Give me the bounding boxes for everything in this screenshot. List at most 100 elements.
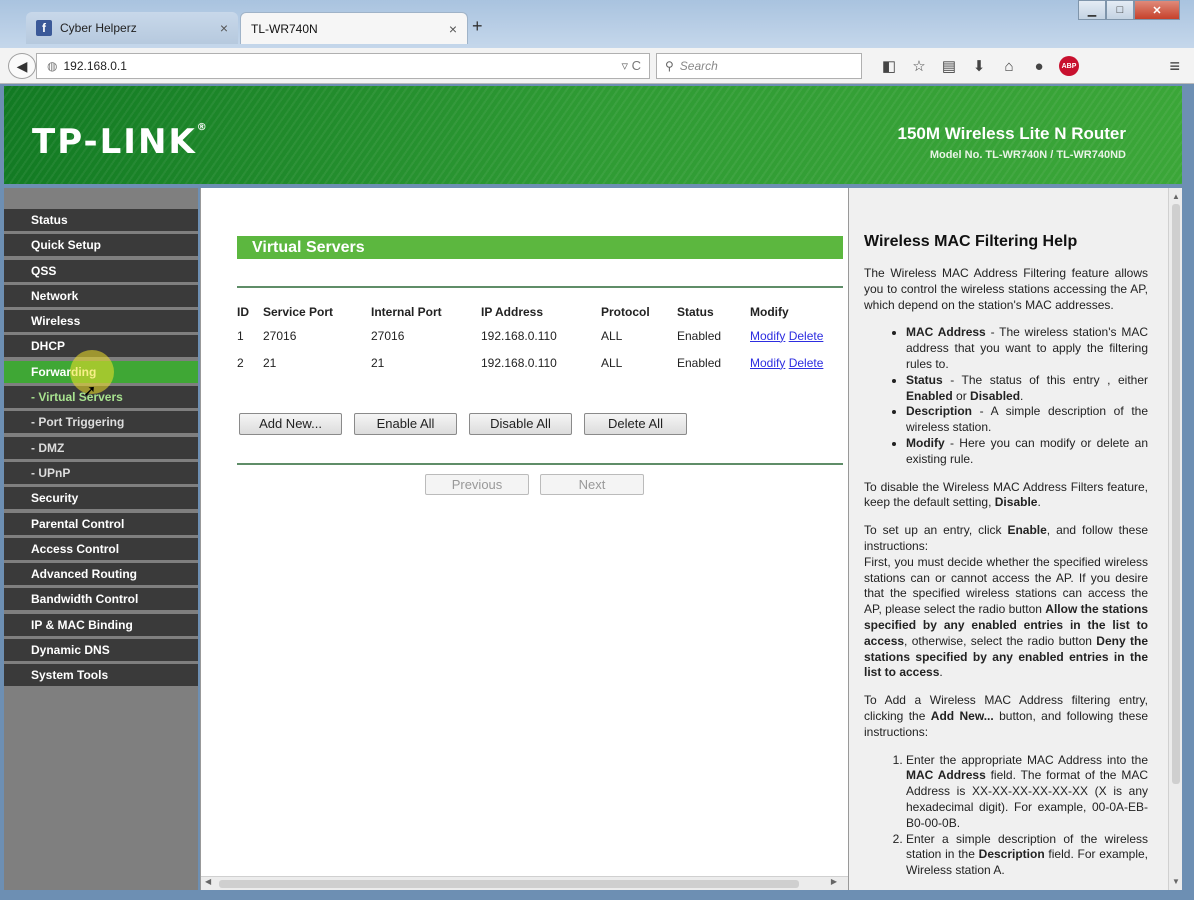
next-button[interactable]: Next xyxy=(540,474,644,495)
previous-button[interactable]: Previous xyxy=(425,474,529,495)
mouse-pointer-icon: ➚ xyxy=(83,383,97,400)
address-bar[interactable]: ◍ 192.168.0.1 ▿ C xyxy=(36,53,650,79)
delete-link[interactable]: Delete xyxy=(789,329,824,343)
minimize-icon[interactable]: ▁ xyxy=(1078,0,1106,20)
menu-item-network[interactable]: Network xyxy=(4,284,198,307)
scroll-right-icon[interactable]: ▶ xyxy=(831,877,837,886)
home-icon[interactable]: ⌂ xyxy=(994,54,1024,78)
browser-titlebar: f Cyber Helperz × TL-WR740N × + ▁ □ ✕ xyxy=(0,0,1194,48)
cell-internal-port: 21 xyxy=(371,355,385,370)
maximize-icon[interactable]: □ xyxy=(1106,0,1134,20)
menu-item-advanced-routing[interactable]: Advanced Routing xyxy=(4,563,198,586)
scrollbar-thumb[interactable] xyxy=(1172,204,1180,784)
extension-icon[interactable]: ◧ xyxy=(874,54,904,78)
reading-list-icon[interactable]: ▤ xyxy=(934,54,964,78)
list-item: Enter a simple description of the wirele… xyxy=(906,832,1148,879)
list-item: Enter the appropriate MAC Address into t… xyxy=(906,753,1148,832)
help-add-paragraph: To Add a Wireless MAC Address filtering … xyxy=(864,693,1148,739)
menu-item-dynamic-dns[interactable]: Dynamic DNS xyxy=(4,639,198,662)
add-new-button[interactable]: Add New... xyxy=(239,413,342,435)
delete-all-button[interactable]: Delete All xyxy=(584,413,687,435)
tab-label: Cyber Helperz xyxy=(60,21,137,35)
help-steps-list: Enter the appropriate MAC Address into t… xyxy=(906,753,1148,879)
menu-item-ip-mac-binding[interactable]: IP & MAC Binding xyxy=(4,613,198,636)
menu-item-upnp[interactable]: - UPnP xyxy=(4,461,198,484)
menu-item-port-triggering[interactable]: - Port Triggering xyxy=(4,411,198,434)
scrollbar-thumb[interactable] xyxy=(219,880,799,888)
table-header-row: ID Service Port Internal Port IP Address… xyxy=(237,302,840,322)
disable-all-button[interactable]: Disable All xyxy=(469,413,572,435)
scroll-down-icon[interactable]: ▼ xyxy=(1172,877,1180,886)
menu-item-security[interactable]: Security xyxy=(4,487,198,510)
model-number: Model No. TL-WR740N / TL-WR740ND xyxy=(929,149,1126,161)
star-icon[interactable]: ☆ xyxy=(904,54,934,78)
delete-link[interactable]: Delete xyxy=(789,356,824,370)
list-item: MAC Address - The wireless station's MAC… xyxy=(906,325,1148,372)
tab-tl-wr740n[interactable]: TL-WR740N × xyxy=(240,12,468,44)
divider-bottom xyxy=(237,463,843,465)
menu-item-quick-setup[interactable]: Quick Setup xyxy=(4,234,198,257)
page-title: Virtual Servers xyxy=(237,236,843,259)
cell-modify: Modify Delete xyxy=(750,322,840,349)
router-header: TP-LINK® 150M Wireless Lite N Router Mod… xyxy=(4,86,1182,184)
cell-protocol: ALL xyxy=(601,328,623,343)
menu-item-wireless[interactable]: Wireless xyxy=(4,310,198,333)
menu-item-dmz[interactable]: - DMZ xyxy=(4,436,198,459)
close-tab-icon[interactable]: × xyxy=(449,21,457,37)
cell-status: Enabled xyxy=(677,328,722,343)
search-placeholder: Search xyxy=(679,59,718,73)
new-tab-icon[interactable]: + xyxy=(472,16,483,37)
scroll-left-icon[interactable]: ◀ xyxy=(205,877,211,886)
router-menu: Status Quick Setup QSS Network Wireless … xyxy=(4,188,198,890)
cell-modify: Modify Delete xyxy=(750,349,840,376)
close-window-icon[interactable]: ✕ xyxy=(1134,0,1180,20)
chat-icon[interactable]: ● xyxy=(1024,54,1054,78)
toolbar-icons: ◧ ☆ ▤ ⬇ ⌂ ● ABP xyxy=(874,54,1084,78)
column-header: ID xyxy=(237,305,249,319)
horizontal-scrollbar[interactable]: ◀ ▶ xyxy=(201,876,849,890)
facebook-icon: f xyxy=(36,20,52,36)
help-setup-paragraph: To set up an entry, click Enable, and fo… xyxy=(864,523,1148,680)
list-item: Status - The status of this entry , eith… xyxy=(906,373,1148,405)
back-arrow-icon[interactable]: ◀ xyxy=(8,53,36,79)
search-input[interactable]: ⚲ Search xyxy=(656,53,862,79)
column-header: Internal Port xyxy=(371,305,442,319)
menu-item-access-control[interactable]: Access Control xyxy=(4,537,198,560)
help-disable-paragraph: To disable the Wireless MAC Address Filt… xyxy=(864,479,1148,510)
modify-link[interactable]: Modify xyxy=(750,356,785,370)
menu-item-status[interactable]: Status xyxy=(4,209,198,231)
list-item: Description - A simple description of th… xyxy=(906,404,1148,436)
reload-icon[interactable]: ▿ C xyxy=(621,58,641,74)
search-icon: ⚲ xyxy=(665,59,674,73)
cell-ip-address: 192.168.0.110 xyxy=(481,328,557,343)
download-icon[interactable]: ⬇ xyxy=(964,54,994,78)
hamburger-menu-icon[interactable]: ≡ xyxy=(1169,56,1180,77)
product-name: 150M Wireless Lite N Router xyxy=(897,124,1126,143)
tab-label: TL-WR740N xyxy=(251,21,318,36)
column-header: IP Address xyxy=(481,305,544,319)
menu-item-parental-control[interactable]: Parental Control xyxy=(4,512,198,535)
browser-navbar: ◀ ◍ 192.168.0.1 ▿ C ⚲ Search ◧ ☆ ▤ ⬇ ⌂ ●… xyxy=(0,48,1194,84)
close-tab-icon[interactable]: × xyxy=(220,20,228,36)
help-intro: The Wireless MAC Address Filtering featu… xyxy=(864,266,1148,312)
cell-id: 2 xyxy=(237,355,244,370)
enable-all-button[interactable]: Enable All xyxy=(354,413,457,435)
table-row: 2 21 21 192.168.0.110 ALL Enabled Modify… xyxy=(237,349,840,376)
divider-top xyxy=(237,286,843,288)
column-header: Service Port xyxy=(263,305,334,319)
vertical-scrollbar[interactable]: ▲ ▼ xyxy=(1168,188,1182,890)
url-text: 192.168.0.1 xyxy=(63,59,127,73)
menu-item-bandwidth-control[interactable]: Bandwidth Control xyxy=(4,588,198,611)
virtual-servers-table: ID Service Port Internal Port IP Address… xyxy=(237,302,840,376)
window-controls: ▁ □ ✕ xyxy=(1078,0,1180,20)
cell-internal-port: 27016 xyxy=(371,328,405,343)
scroll-up-icon[interactable]: ▲ xyxy=(1172,192,1180,201)
tab-cyber-helperz[interactable]: f Cyber Helperz × xyxy=(26,12,238,44)
modify-link[interactable]: Modify xyxy=(750,329,785,343)
menu-item-system-tools[interactable]: System Tools xyxy=(4,664,198,687)
column-header: Status xyxy=(677,305,714,319)
menu-item-qss[interactable]: QSS xyxy=(4,259,198,282)
cell-id: 1 xyxy=(237,328,244,343)
help-panel: Wireless MAC Filtering Help The Wireless… xyxy=(848,188,1168,890)
adblock-icon[interactable]: ABP xyxy=(1059,56,1079,76)
